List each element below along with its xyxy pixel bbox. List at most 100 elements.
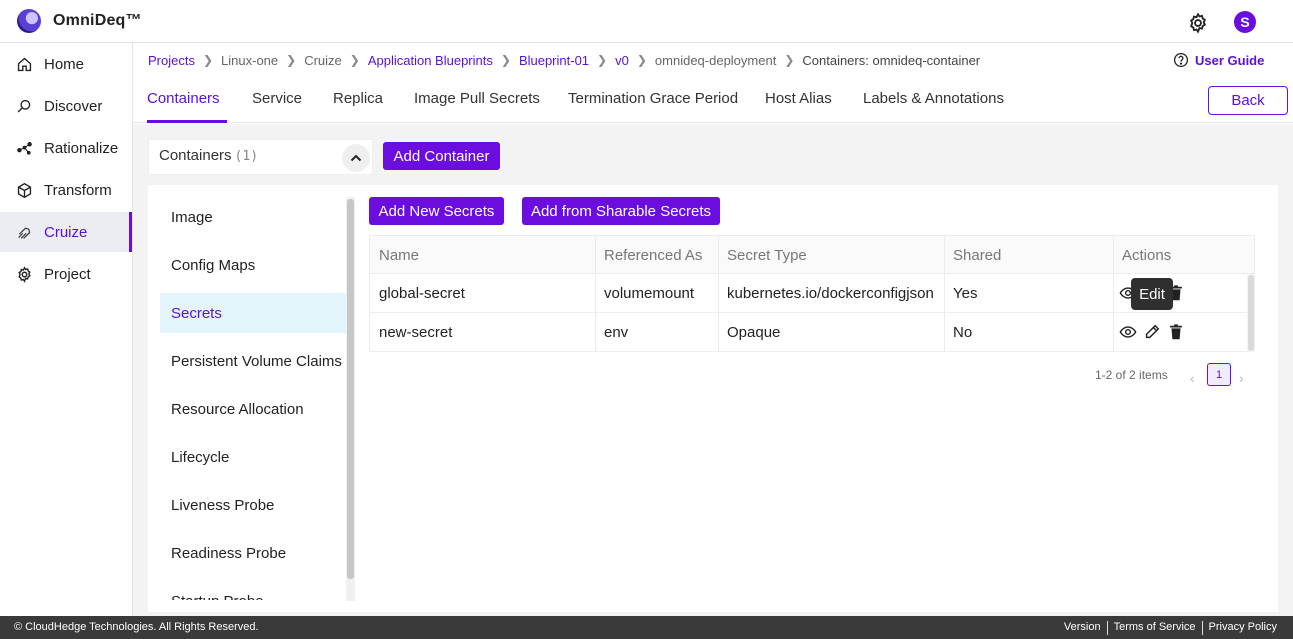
user-avatar[interactable]: S [1234,11,1256,33]
subnav-scrollbar-thumb[interactable] [347,199,354,579]
subnav-secrets[interactable]: Secrets [160,293,346,333]
subnav-readiness-probe[interactable]: Readiness Probe [160,533,346,573]
active-tab-indicator [147,120,227,123]
footer-link-version[interactable]: Version [1064,621,1101,635]
pagination-next-icon[interactable]: › [1239,370,1244,386]
sidebar-item-label: Cruize [44,223,88,241]
chevron-right-icon: ❯ [202,53,214,67]
cell-shared: Yes [944,274,1114,312]
sidebar-item-transform[interactable]: Transform [0,170,132,210]
view-eye-icon[interactable] [1119,323,1137,341]
footer-divider [1201,621,1203,635]
tab-replica[interactable]: Replica [333,90,383,107]
sidebar-item-discover[interactable]: Discover [0,86,132,126]
subnav-startup-probe[interactable]: Startup Probe [160,581,346,601]
subnav-persistent-volume-claims[interactable]: Persistent Volume Claims [160,341,346,381]
sidebar-item-label: Discover [44,97,103,115]
chevron-up-icon [350,154,362,162]
tab-bar: Containers Service Replica Image Pull Se… [133,76,1293,123]
add-container-button[interactable]: Add Container [383,142,500,170]
table-row: global-secret volumemount kubernetes.io/… [369,274,1255,313]
tab-termination-grace-period[interactable]: Termination Grace Period [568,90,738,107]
column-header-referenced-as: Referenced As [595,236,719,274]
footer-link-terms[interactable]: Terms of Service [1114,621,1196,635]
breadcrumb: Projects ❯ Linux-one ❯ Cruize ❯ Applicat… [148,52,980,68]
add-new-secrets-button[interactable]: Add New Secrets [369,197,504,225]
transform-icon [17,182,32,198]
sidebar-item-label: Rationalize [44,139,119,157]
edit-tooltip: Edit [1131,278,1173,310]
sidebar-item-label: Project [44,265,91,283]
breadcrumb-blueprint[interactable]: Blueprint-01 [519,53,589,68]
cell-referenced-as: env [595,313,719,351]
project-gear-icon [18,265,31,283]
top-bar: OmniDeq™ S [0,3,1293,43]
settings-gear-icon[interactable] [1187,12,1209,34]
cell-name: new-secret [370,313,596,351]
sidebar-item-home[interactable]: Home [0,44,132,84]
chevron-right-icon: ❯ [636,53,647,67]
sidebar-item-project[interactable]: Project [0,254,132,294]
user-guide-label: User Guide [1195,52,1265,68]
breadcrumb-projects[interactable]: Projects [148,53,195,68]
column-header-actions: Actions [1122,246,1172,264]
tab-image-pull-secrets[interactable]: Image Pull Secrets [414,90,540,107]
column-header-shared: Shared [944,236,1114,274]
subnav-config-maps[interactable]: Config Maps [160,245,346,285]
subnav-image[interactable]: Image [160,197,346,237]
tab-containers[interactable]: Containers [147,90,220,107]
container-subnav: Image Config Maps Secrets Persistent Vol… [160,196,350,600]
discover-icon [17,99,31,113]
subnav-liveness-probe[interactable]: Liveness Probe [160,485,346,525]
tab-host-alias[interactable]: Host Alias [765,90,832,107]
sidebar-item-label: Transform [44,181,112,199]
app-name: OmniDeq™ [53,12,142,29]
pagination-info: 1-2 of 2 items [1095,368,1168,382]
containers-header[interactable]: Containers (1) [148,139,373,175]
sidebar: Home Discover Rationalize Transform Crui… [0,43,133,616]
breadcrumb-deployment[interactable]: omnideq-deployment [655,53,776,68]
sidebar-item-rationalize[interactable]: Rationalize [0,128,132,168]
chevron-right-icon: ❯ [500,53,511,67]
tab-service[interactable]: Service [252,90,302,107]
cell-name: global-secret [370,274,596,312]
sidebar-item-cruize[interactable]: Cruize [0,212,132,252]
footer-link-privacy[interactable]: Privacy Policy [1209,621,1277,635]
subnav-lifecycle[interactable]: Lifecycle [160,437,346,477]
home-icon [17,57,32,71]
cruize-icon [18,227,31,239]
delete-trash-icon[interactable] [1167,323,1185,341]
chevron-right-icon: ❯ [784,53,795,67]
column-header-secret-type: Secret Type [718,236,945,274]
table-scrollbar-thumb[interactable] [1248,275,1254,351]
column-header-name: Name [370,236,596,274]
collapse-button[interactable] [342,144,370,172]
breadcrumb-application-blueprints[interactable]: Application Blueprints [368,53,493,68]
subnav-resource-allocation[interactable]: Resource Allocation [160,389,346,429]
omnideq-logo-icon [17,9,41,33]
chevron-right-icon: ❯ [349,53,360,67]
help-circle-icon [1173,52,1189,68]
user-guide-link[interactable]: User Guide [1173,52,1264,68]
containers-title: Containers (1) [159,147,259,164]
add-sharable-secrets-button[interactable]: Add from Sharable Secrets [522,197,720,225]
table-header: Name Referenced As Secret Type Shared Ac… [369,235,1255,274]
cell-secret-type: Opaque [718,313,945,351]
brand[interactable]: OmniDeq™ [17,9,142,33]
breadcrumb-linux-one[interactable]: Linux-one [221,53,278,68]
back-button[interactable]: Back [1208,86,1288,115]
breadcrumb-version[interactable]: v0 [615,53,629,68]
cell-secret-type: kubernetes.io/dockerconfigjson [718,274,945,312]
breadcrumb-current: Containers: omnideq-container [802,52,981,68]
pagination-page[interactable]: 1 [1207,363,1231,386]
copyright: © CloudHedge Technologies. All Rights Re… [14,621,259,633]
pagination-prev-icon[interactable]: ‹ [1190,370,1195,386]
sidebar-item-label: Home [44,55,85,73]
footer-divider [1106,621,1108,635]
cell-shared: No [944,313,1114,351]
rationalize-icon [17,141,32,155]
edit-pencil-icon[interactable] [1143,323,1161,341]
breadcrumb-cruize[interactable]: Cruize [304,53,342,68]
tab-labels-annotations[interactable]: Labels & Annotations [863,90,1004,107]
footer: © CloudHedge Technologies. All Rights Re… [0,616,1293,639]
